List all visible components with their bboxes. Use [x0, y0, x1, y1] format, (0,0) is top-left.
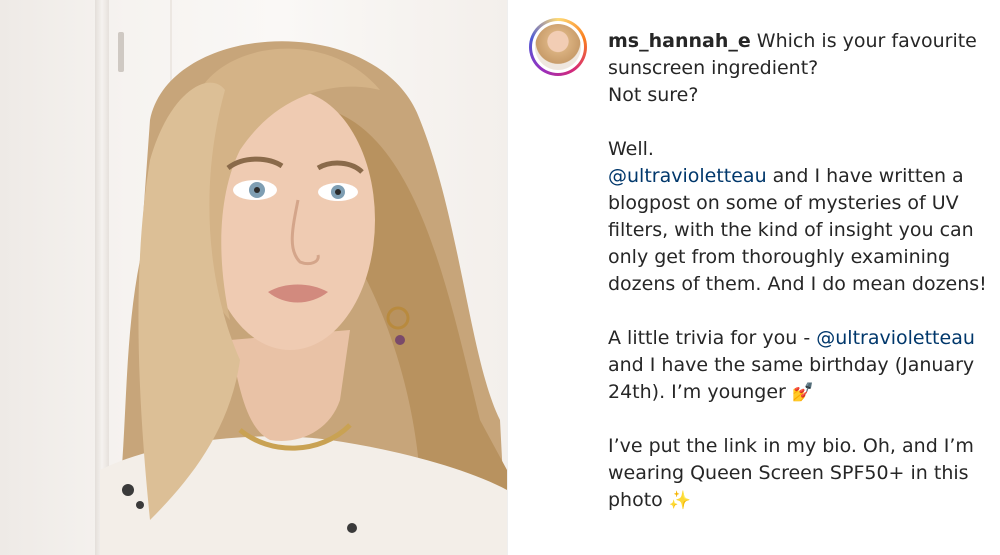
author-username[interactable]: ms_hannah_e — [608, 30, 751, 52]
post-photo[interactable] — [0, 0, 507, 555]
avatar-ring-inner — [532, 21, 584, 73]
caption-part-2: and I have written a blogpost on some of… — [608, 165, 987, 349]
sparkles-emoji: ✨ — [668, 490, 692, 511]
mention-link-1[interactable]: @ultravioletteau — [608, 165, 767, 187]
portrait-illustration — [100, 41, 507, 555]
nail-polish-emoji: 💅 — [791, 382, 815, 403]
caption-part-4: I’ve put the link in my bio. Oh, and I’m… — [608, 435, 974, 511]
author-avatar[interactable] — [529, 18, 587, 76]
post-caption: ms_hannah_e Which is your favourite suns… — [608, 28, 988, 514]
panel-divider — [507, 0, 508, 555]
avatar-image — [535, 24, 581, 70]
mention-link-2[interactable]: @ultravioletteau — [816, 327, 975, 349]
